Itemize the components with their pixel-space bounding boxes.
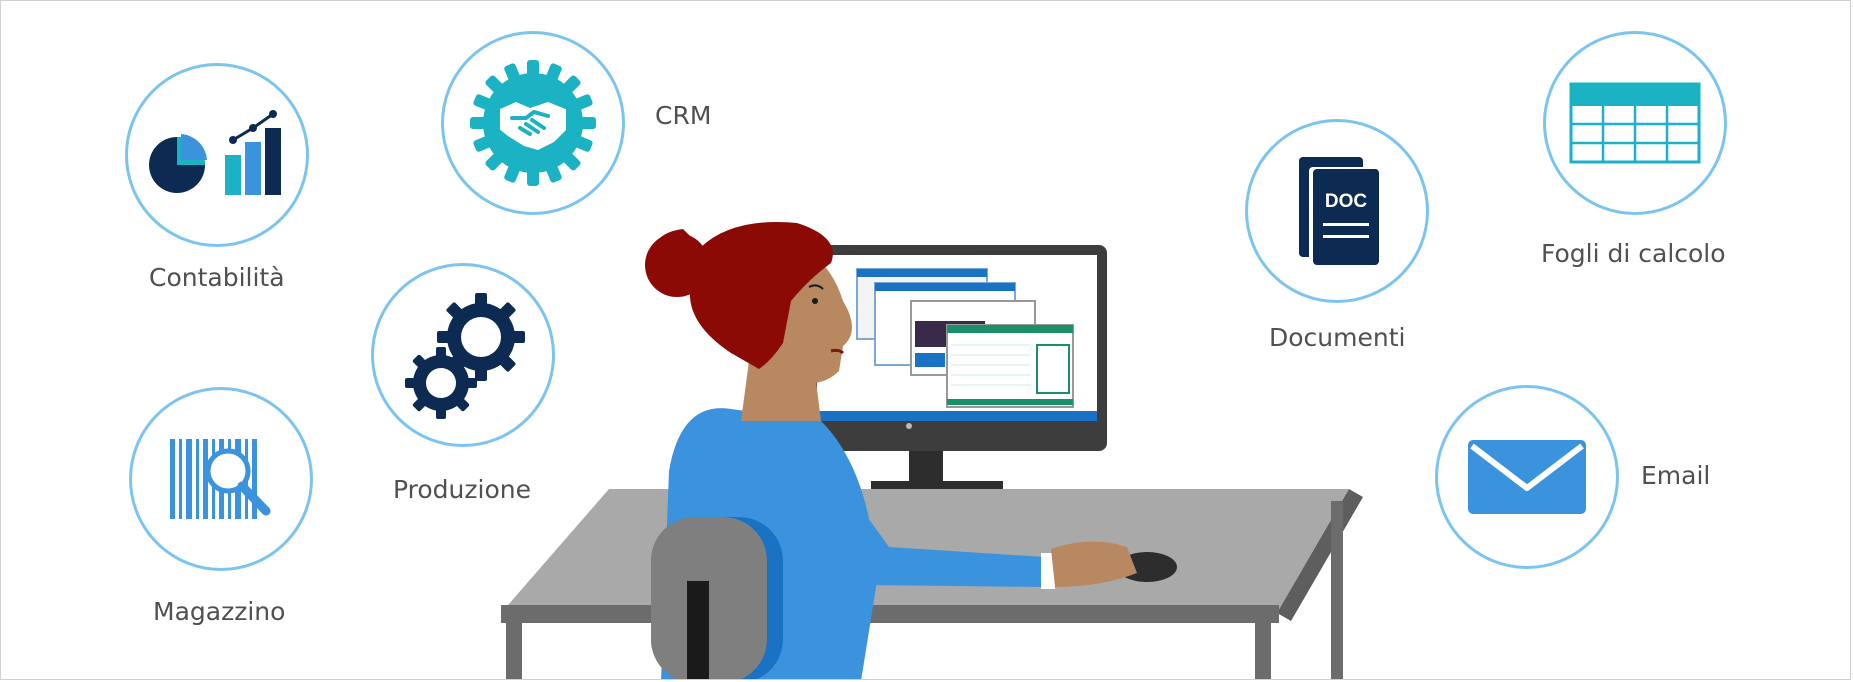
person-at-desk-scene xyxy=(501,222,1363,679)
monitor xyxy=(807,245,1107,495)
chair xyxy=(651,517,783,679)
illustration-frame: Contabilità CRM Produzione Magazzino DOC… xyxy=(0,0,1851,680)
